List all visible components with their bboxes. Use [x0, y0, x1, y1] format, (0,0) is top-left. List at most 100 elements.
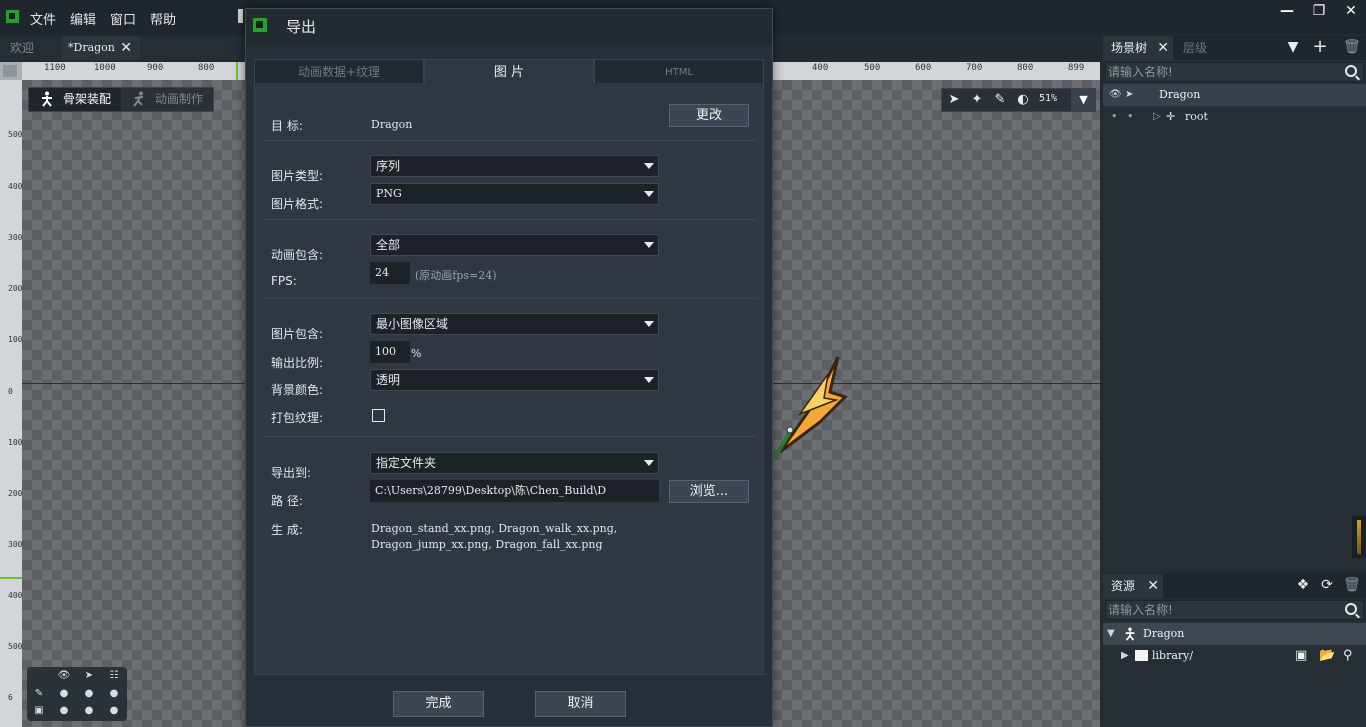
path-label: 路 径:: [271, 494, 303, 508]
browse-button[interactable]: 浏览...: [669, 480, 749, 503]
bone-lock-icon[interactable]: ☷: [107, 669, 121, 683]
export-to-select[interactable]: 指定文件夹: [370, 452, 659, 474]
menu-edit[interactable]: 编辑: [70, 9, 96, 28]
toggle-dot[interactable]: ●: [107, 687, 121, 701]
scale-unit: %: [411, 347, 422, 360]
toggle-dot[interactable]: ●: [82, 687, 96, 701]
expand-arrow-icon[interactable]: ▷: [1153, 106, 1161, 128]
ruler-tick: 200: [8, 284, 23, 293]
toggle-dot[interactable]: ●: [82, 704, 96, 718]
tab-dragon-label: *Dragon: [68, 41, 115, 54]
tree-row-root[interactable]: • • ▷ ✛ root: [1103, 106, 1366, 128]
toggle-dot[interactable]: ●: [57, 687, 71, 701]
close-panel-icon[interactable]: ✕: [1157, 36, 1169, 60]
tab-html[interactable]: HTML: [594, 59, 764, 84]
refresh-icon[interactable]: ⟳: [1319, 577, 1335, 593]
generate-label: 生 成:: [271, 523, 303, 537]
scale-input[interactable]: 100: [370, 341, 410, 363]
minimize-icon[interactable]: —: [1271, 0, 1303, 22]
dialog-titlebar[interactable]: 导出: [246, 9, 772, 45]
tab-scene-tree[interactable]: 场景树 ✕: [1103, 36, 1173, 60]
add-icon[interactable]: +: [1312, 38, 1328, 56]
trash-icon[interactable]: 🗑: [1343, 39, 1361, 55]
divider: [263, 140, 757, 141]
image-include-select[interactable]: 最小图像区域: [370, 313, 659, 335]
tab-assets[interactable]: 资源 ✕: [1103, 574, 1163, 598]
menu-help[interactable]: 帮助: [150, 9, 176, 28]
eye-icon[interactable]: 👁: [57, 669, 71, 683]
filter-icon[interactable]: ▼: [1285, 39, 1301, 55]
meter-bar: [1357, 520, 1361, 554]
image-type-select[interactable]: 序列: [370, 155, 659, 177]
ruler-tick: 800: [198, 63, 215, 73]
open-folder-icon[interactable]: 📂: [1319, 645, 1335, 667]
locate-icon[interactable]: ⚲: [1343, 645, 1353, 667]
search-icon[interactable]: [1345, 603, 1357, 615]
tab-image[interactable]: 图 片: [424, 59, 594, 84]
scale-label: 输出比例:: [271, 356, 324, 370]
ruler-tick: 400: [812, 63, 829, 73]
toggle-dot[interactable]: ●: [57, 704, 71, 718]
toggle-dot[interactable]: ●: [107, 704, 121, 718]
expand-arrow-icon[interactable]: ▶: [1121, 645, 1129, 667]
import-icon[interactable]: ❖: [1295, 577, 1311, 593]
tab-welcome[interactable]: 欢迎: [4, 36, 40, 60]
tree-row-dragon[interactable]: 👁 ➤ Dragon: [1103, 84, 1366, 106]
select-arrow-icon[interactable]: ➤: [946, 92, 962, 108]
ruler-tick: 500: [864, 63, 881, 73]
divider: [263, 298, 757, 299]
pointer-icon[interactable]: ➤: [82, 669, 96, 683]
ruler-tick: 6: [8, 693, 13, 702]
asset-row-library[interactable]: ▶ library/ ▣ 📂 ⚲: [1103, 645, 1366, 667]
animate-mode-button[interactable]: 动画制作: [121, 88, 214, 111]
animate-mode-label: 动画制作: [155, 92, 204, 106]
dragon-sprite[interactable]: [770, 352, 850, 462]
ruler-tick: 300: [8, 233, 23, 242]
pack-texture-checkbox[interactable]: [372, 409, 385, 422]
visibility-dot[interactable]: •: [1111, 106, 1118, 128]
bg-color-label: 背景颜色:: [271, 383, 324, 397]
menu-file[interactable]: 文件: [30, 9, 56, 28]
image-icon[interactable]: ▣: [32, 704, 46, 718]
asset-row-dragon[interactable]: ▼ Dragon: [1103, 623, 1366, 645]
dropdown-arrow-icon: [644, 191, 654, 197]
add-image-icon[interactable]: ▣: [1295, 645, 1307, 667]
bg-color-select[interactable]: 透明: [370, 369, 659, 391]
anim-include-select[interactable]: 全部: [370, 234, 659, 256]
ruler-tick: 100: [8, 438, 23, 447]
pointer-icon[interactable]: ➤: [1125, 84, 1133, 106]
tab-dragon[interactable]: *Dragon ✕: [62, 36, 140, 60]
close-panel-icon[interactable]: ✕: [1147, 574, 1159, 598]
eye-icon[interactable]: 👁: [1109, 84, 1122, 106]
trash-icon[interactable]: 🗑: [1343, 577, 1361, 593]
export-dialog: 导出 动画数据+纹理 图 片 HTML 目 标: Dragon 更改 图片类型:…: [245, 8, 773, 727]
cancel-button[interactable]: 取消: [535, 691, 626, 717]
close-icon[interactable]: ✕: [1335, 0, 1366, 22]
tab-layers[interactable]: 层级: [1175, 36, 1207, 60]
asset-search-input[interactable]: 请输入名称!: [1105, 600, 1364, 620]
close-tab-icon[interactable]: ✕: [120, 36, 132, 60]
export-to-label: 导出到:: [271, 466, 312, 480]
zoom-dropdown-icon[interactable]: ▼: [1071, 89, 1096, 111]
lock-dot[interactable]: •: [1127, 106, 1134, 128]
restore-icon[interactable]: ❐: [1303, 0, 1335, 22]
collapse-arrow-icon[interactable]: ▼: [1107, 623, 1115, 645]
image-format-select[interactable]: PNG: [370, 183, 659, 205]
onion-skin-icon[interactable]: ◐: [1015, 92, 1031, 108]
search-icon[interactable]: [1345, 65, 1357, 77]
scene-panel-tabs: 场景树 ✕ 层级 ▼ + 🗑: [1103, 36, 1366, 60]
change-button[interactable]: 更改: [669, 104, 749, 127]
ruler-tick: 1000: [94, 63, 116, 73]
scene-search-input[interactable]: 请输入名称!: [1105, 62, 1364, 82]
fps-input[interactable]: 24: [370, 262, 410, 284]
ruler-tick: 1100: [44, 63, 66, 73]
tab-anim-data[interactable]: 动画数据+纹理: [254, 59, 424, 84]
menu-window[interactable]: 窗口: [110, 9, 136, 28]
ok-button[interactable]: 完成: [393, 691, 484, 717]
dropdown-arrow-icon: [644, 321, 654, 327]
bone-tool-icon[interactable]: ✎: [992, 92, 1008, 108]
brush-icon[interactable]: ✎: [32, 687, 46, 701]
path-input[interactable]: C:\Users\28799\Desktop\陈\Chen_Build\D: [370, 480, 659, 502]
transform-icon[interactable]: ✦: [969, 92, 985, 108]
armature-mode-button[interactable]: 骨架装配: [29, 88, 121, 111]
